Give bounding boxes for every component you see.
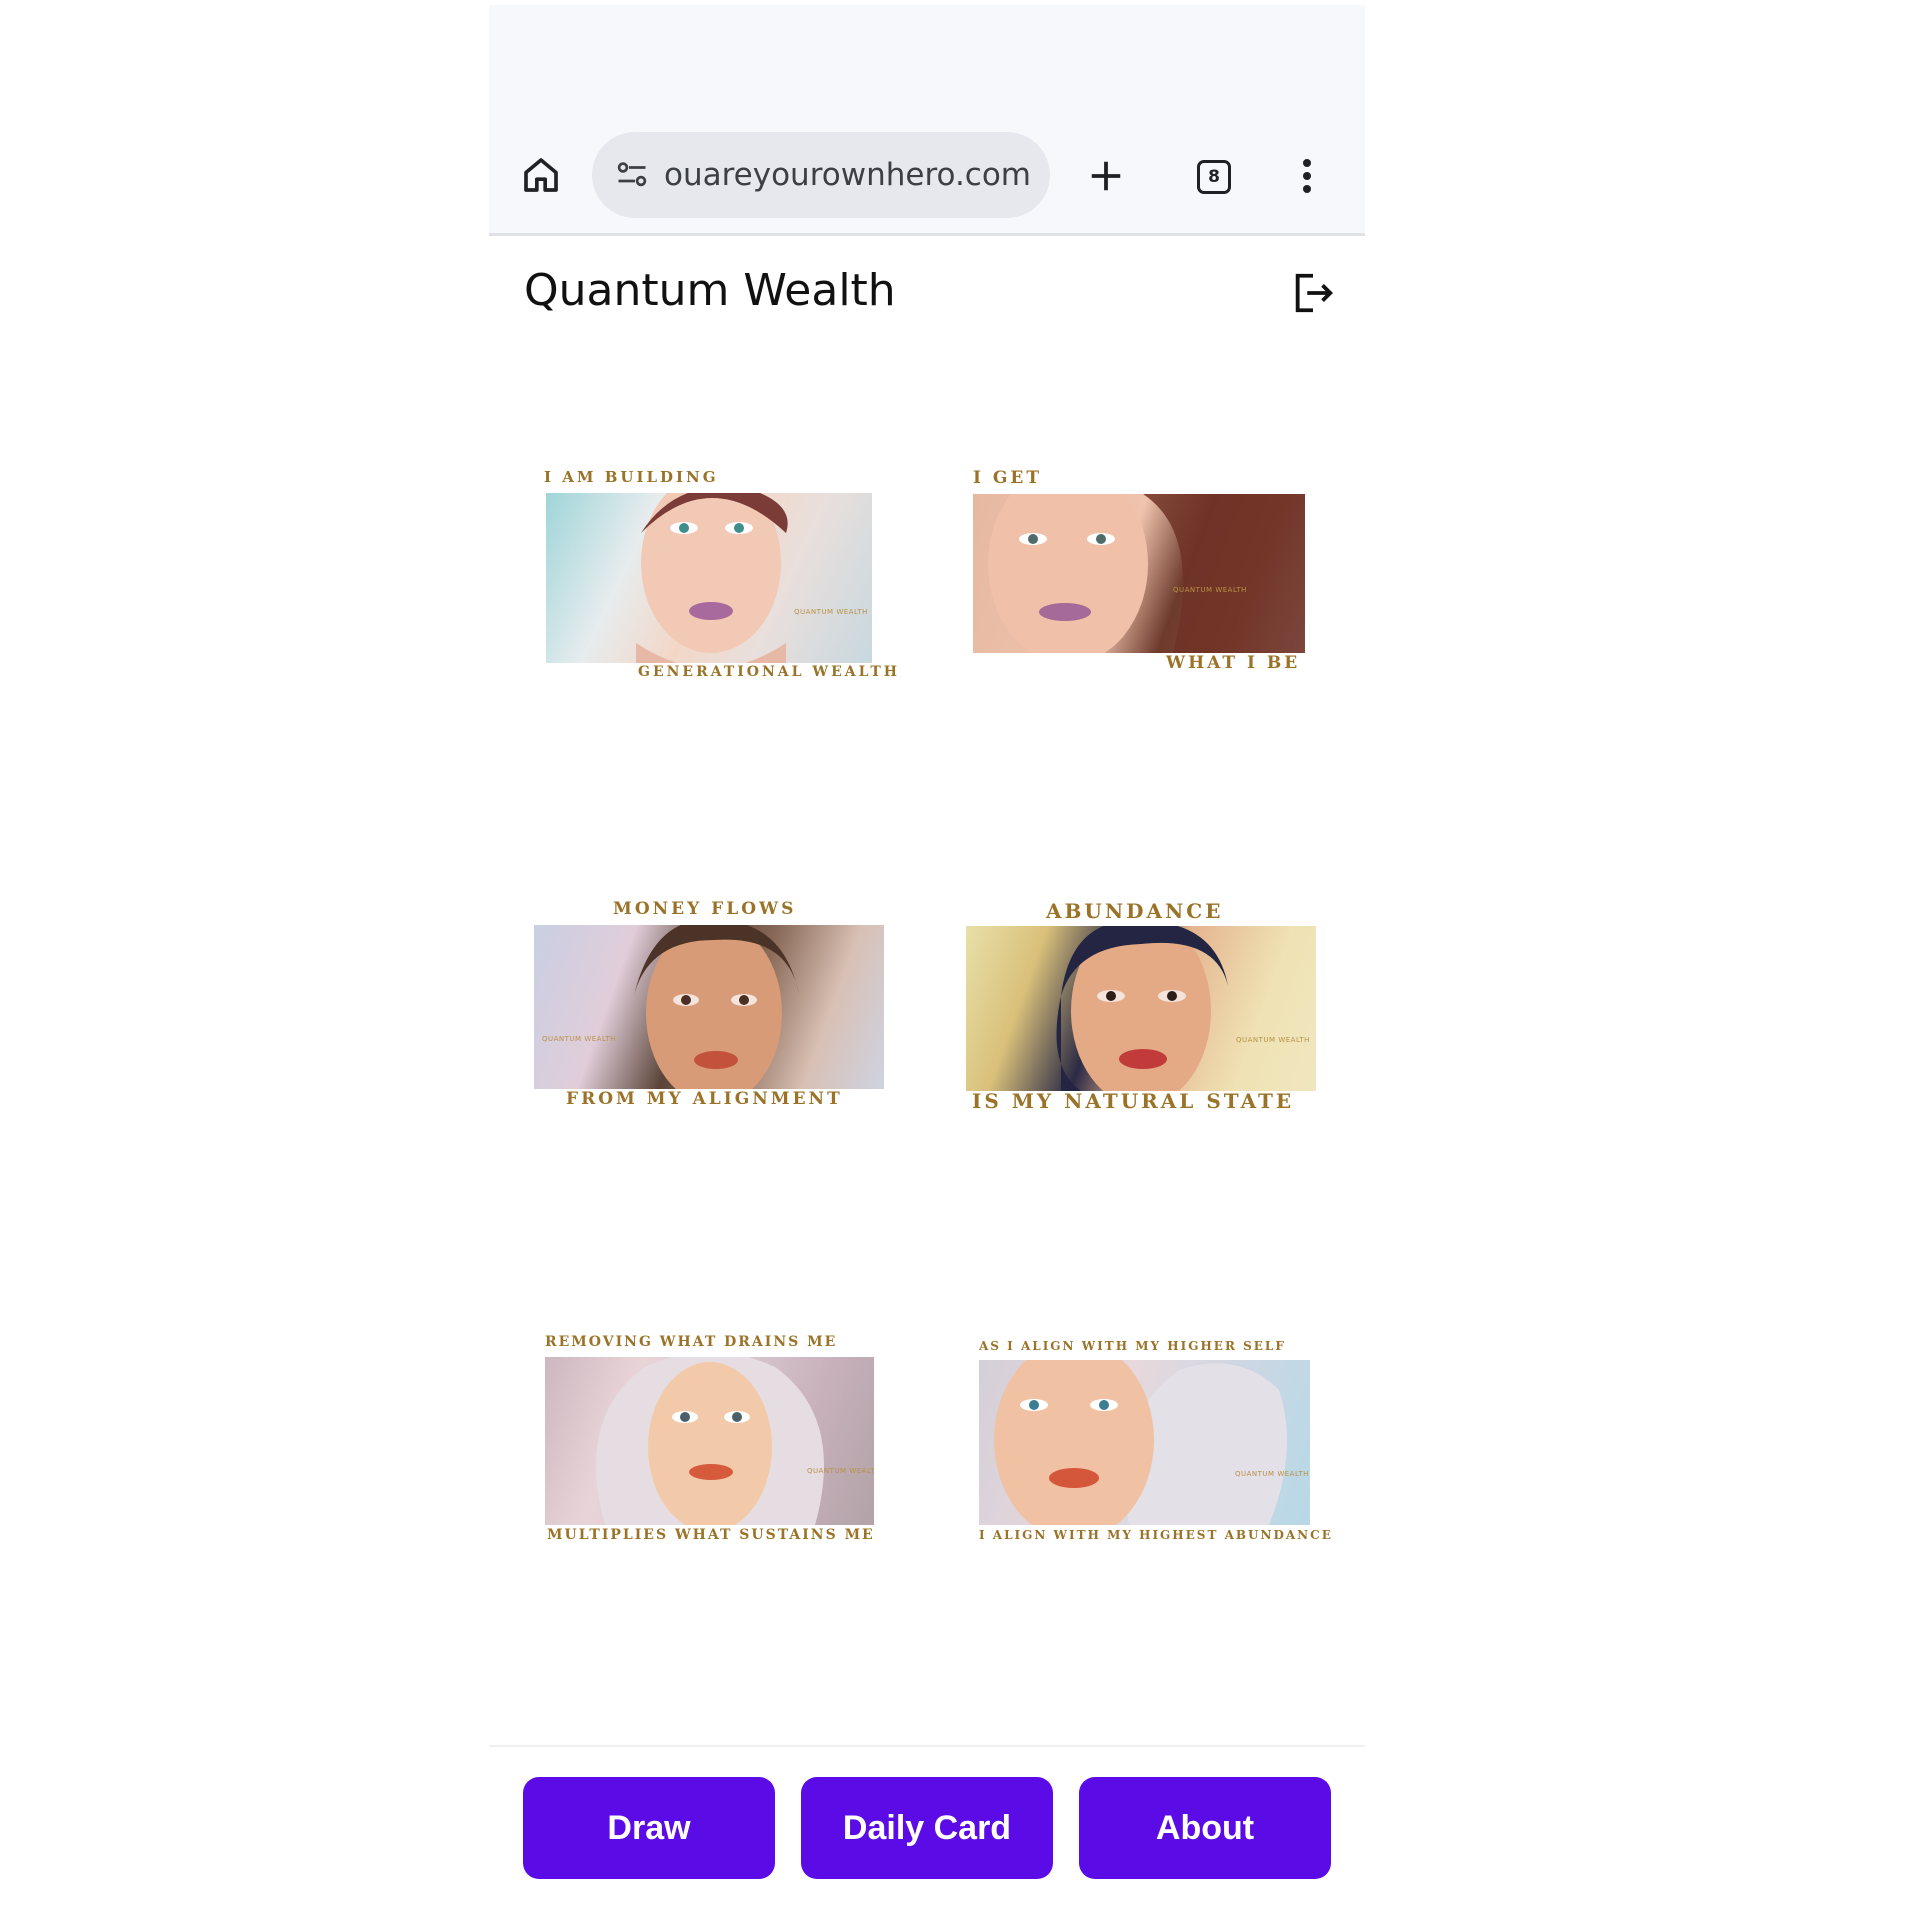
more-vert-icon[interactable] xyxy=(1289,151,1325,201)
tab-count: 8 xyxy=(1208,167,1220,187)
home-icon[interactable] xyxy=(517,151,565,199)
card-i-get[interactable]: I GET QUANTUM WEALTH WHAT I BE xyxy=(973,470,1313,680)
card-as-i-align[interactable]: AS I ALIGN WITH MY HIGHER SELF QUANTUM W… xyxy=(979,1339,1331,1550)
card-portrait: QUANTUM WEALTH xyxy=(966,926,1316,1091)
daily-card-button[interactable]: Daily Card xyxy=(801,1777,1053,1879)
card-top-text: I AM BUILDING xyxy=(544,468,719,486)
draw-button[interactable]: Draw xyxy=(523,1777,775,1879)
card-top-text: MONEY FLOWS xyxy=(613,899,797,919)
browser-toolbar: ouareyourownhero.com 8 xyxy=(489,5,1365,236)
card-watermark: QUANTUM WEALTH xyxy=(807,1467,874,1475)
card-abundance[interactable]: ABUNDANCE QUANTUM WEALTH IS MY NATURAL S… xyxy=(966,901,1321,1121)
page-title: Quantum Wealth xyxy=(524,265,896,316)
tab-switcher-icon: 8 xyxy=(1197,160,1231,194)
tune-icon[interactable] xyxy=(608,151,656,199)
card-top-text: REMOVING WHAT DRAINS ME xyxy=(545,1334,838,1350)
card-watermark: QUANTUM WEALTH xyxy=(794,608,868,616)
phone-screen: ouareyourownhero.com 8 Quantum Wealth I … xyxy=(489,5,1365,1919)
card-top-text: ABUNDANCE xyxy=(1046,899,1224,923)
card-portrait: QUANTUM WEALTH xyxy=(973,494,1305,653)
logout-icon[interactable] xyxy=(1287,267,1339,319)
url-text[interactable]: ouareyourownhero.com xyxy=(664,157,1034,193)
url-bar[interactable]: ouareyourownhero.com xyxy=(592,132,1050,218)
card-top-text: AS I ALIGN WITH MY HIGHER SELF xyxy=(979,1339,1286,1353)
card-bottom-text: GENERATIONAL WEALTH xyxy=(638,664,900,680)
card-watermark: QUANTUM WEALTH xyxy=(542,1035,616,1043)
card-portrait: QUANTUM WEALTH xyxy=(534,925,884,1089)
card-money-flows[interactable]: MONEY FLOWS QUANTUM WEALTH FROM MY ALIGN… xyxy=(534,901,886,1116)
card-bottom-text: IS MY NATURAL STATE xyxy=(972,1089,1295,1113)
card-bottom-text: I ALIGN WITH MY HIGHEST ABUNDANCE xyxy=(979,1528,1333,1542)
card-bottom-text: FROM MY ALIGNMENT xyxy=(566,1089,843,1109)
card-i-am-building[interactable]: I AM BUILDING QUANTUM WEALTH GENERATIONA… xyxy=(544,468,897,685)
tab-switcher-button[interactable]: 8 xyxy=(1189,152,1239,202)
card-bottom-text: WHAT I BE xyxy=(1166,653,1301,673)
about-button[interactable]: About xyxy=(1079,1777,1331,1879)
card-top-text: I GET xyxy=(973,468,1042,488)
card-watermark: QUANTUM WEALTH xyxy=(1235,1470,1309,1478)
card-bottom-text: MULTIPLIES WHAT SUSTAINS ME xyxy=(547,1527,875,1543)
card-portrait: QUANTUM WEALTH xyxy=(546,493,872,663)
card-portrait: QUANTUM WEALTH xyxy=(979,1360,1310,1525)
bottom-nav: Draw Daily Card About xyxy=(489,1745,1365,1919)
plus-icon[interactable] xyxy=(1081,151,1131,201)
card-watermark: QUANTUM WEALTH xyxy=(1173,586,1247,594)
card-watermark: QUANTUM WEALTH xyxy=(1236,1036,1310,1044)
card-removing-what-drains-me[interactable]: REMOVING WHAT DRAINS ME QUANTUM WEALTH M… xyxy=(545,1335,880,1550)
card-portrait: QUANTUM WEALTH xyxy=(545,1357,874,1525)
